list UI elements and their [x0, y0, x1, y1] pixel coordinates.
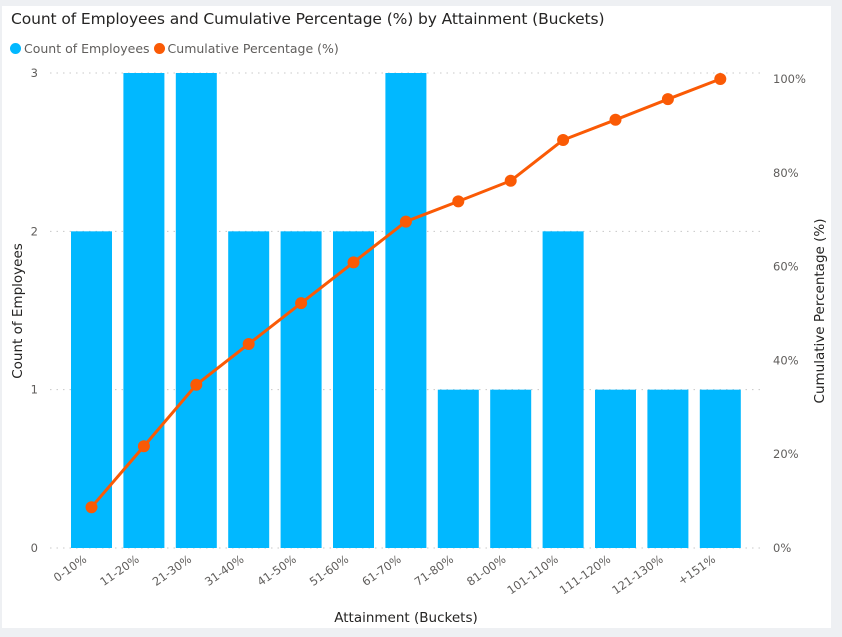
- line-point[interactable]: [242, 337, 255, 350]
- y2-tick-label: 20%: [773, 447, 799, 461]
- line-point[interactable]: [557, 133, 570, 146]
- x-tick-label: 21-30%: [150, 552, 194, 589]
- y2-tick-label: 100%: [773, 72, 806, 86]
- x-tick-label: 61-70%: [359, 552, 403, 589]
- y-axis-title: Count of Employees: [10, 243, 26, 379]
- y-tick-label: 0: [31, 541, 38, 555]
- x-tick-label: +151%: [675, 552, 718, 588]
- bar[interactable]: [542, 231, 584, 549]
- combo-chart: 0 1 2 3 0% 20% 40% 60% 80% 100% 0-10% 11-20% 21-30…: [10, 66, 828, 626]
- x-tick-label: 101-110%: [504, 552, 560, 597]
- x-tick-label: 11-20%: [97, 552, 141, 589]
- bar[interactable]: [123, 73, 165, 548]
- bar[interactable]: [175, 73, 217, 548]
- x-tick-label: 81-00%: [464, 552, 508, 589]
- y2-tick-label: 40%: [773, 353, 799, 367]
- y2-tick-label: 0%: [773, 541, 791, 555]
- x-tick-label: 41-50%: [254, 552, 298, 589]
- bar[interactable]: [699, 389, 741, 548]
- y-tick-label: 3: [31, 66, 38, 80]
- y2-tick-label: 60%: [773, 260, 799, 274]
- y-tick-label: 2: [31, 224, 38, 238]
- x-axis-ticks: 0-10% 11-20% 21-30% 31-40% 41-50% 51-60% 61-70…: [51, 552, 718, 597]
- line-point[interactable]: [85, 501, 98, 514]
- x-tick-label: 51-60%: [307, 552, 351, 589]
- line-point[interactable]: [137, 440, 150, 453]
- bar[interactable]: [280, 231, 322, 549]
- line-point[interactable]: [609, 113, 622, 126]
- y2-axis-title: Cumulative Percentage (%): [812, 219, 828, 404]
- line-point[interactable]: [661, 93, 674, 106]
- line-point[interactable]: [714, 73, 727, 85]
- x-tick-label: 0-10%: [51, 552, 89, 585]
- right-axis-ticks: 0% 20% 40% 60% 80% 100%: [773, 72, 806, 555]
- line-point[interactable]: [452, 195, 465, 208]
- bar[interactable]: [71, 231, 112, 549]
- y2-tick-label: 80%: [773, 166, 799, 180]
- line-point[interactable]: [504, 174, 517, 187]
- x-tick-label: 111-120%: [557, 552, 613, 597]
- x-tick-label: 31-40%: [202, 552, 246, 589]
- bar[interactable]: [333, 231, 374, 549]
- bar[interactable]: [385, 73, 427, 548]
- x-axis-title: Attainment (Buckets): [334, 610, 478, 626]
- y-tick-label: 1: [31, 383, 38, 397]
- x-tick-label: 71-80%: [412, 552, 456, 589]
- x-tick-label: 121-130%: [609, 552, 665, 597]
- line-point[interactable]: [347, 256, 360, 269]
- bar[interactable]: [647, 389, 689, 548]
- bar[interactable]: [595, 389, 636, 548]
- bar-series: [71, 73, 741, 549]
- bar[interactable]: [437, 389, 479, 548]
- left-axis-ticks: 0 1 2 3: [31, 66, 38, 555]
- line-point[interactable]: [295, 297, 308, 310]
- bar[interactable]: [228, 231, 270, 549]
- line-point[interactable]: [190, 378, 203, 391]
- line-point[interactable]: [399, 215, 412, 228]
- bar[interactable]: [490, 389, 532, 548]
